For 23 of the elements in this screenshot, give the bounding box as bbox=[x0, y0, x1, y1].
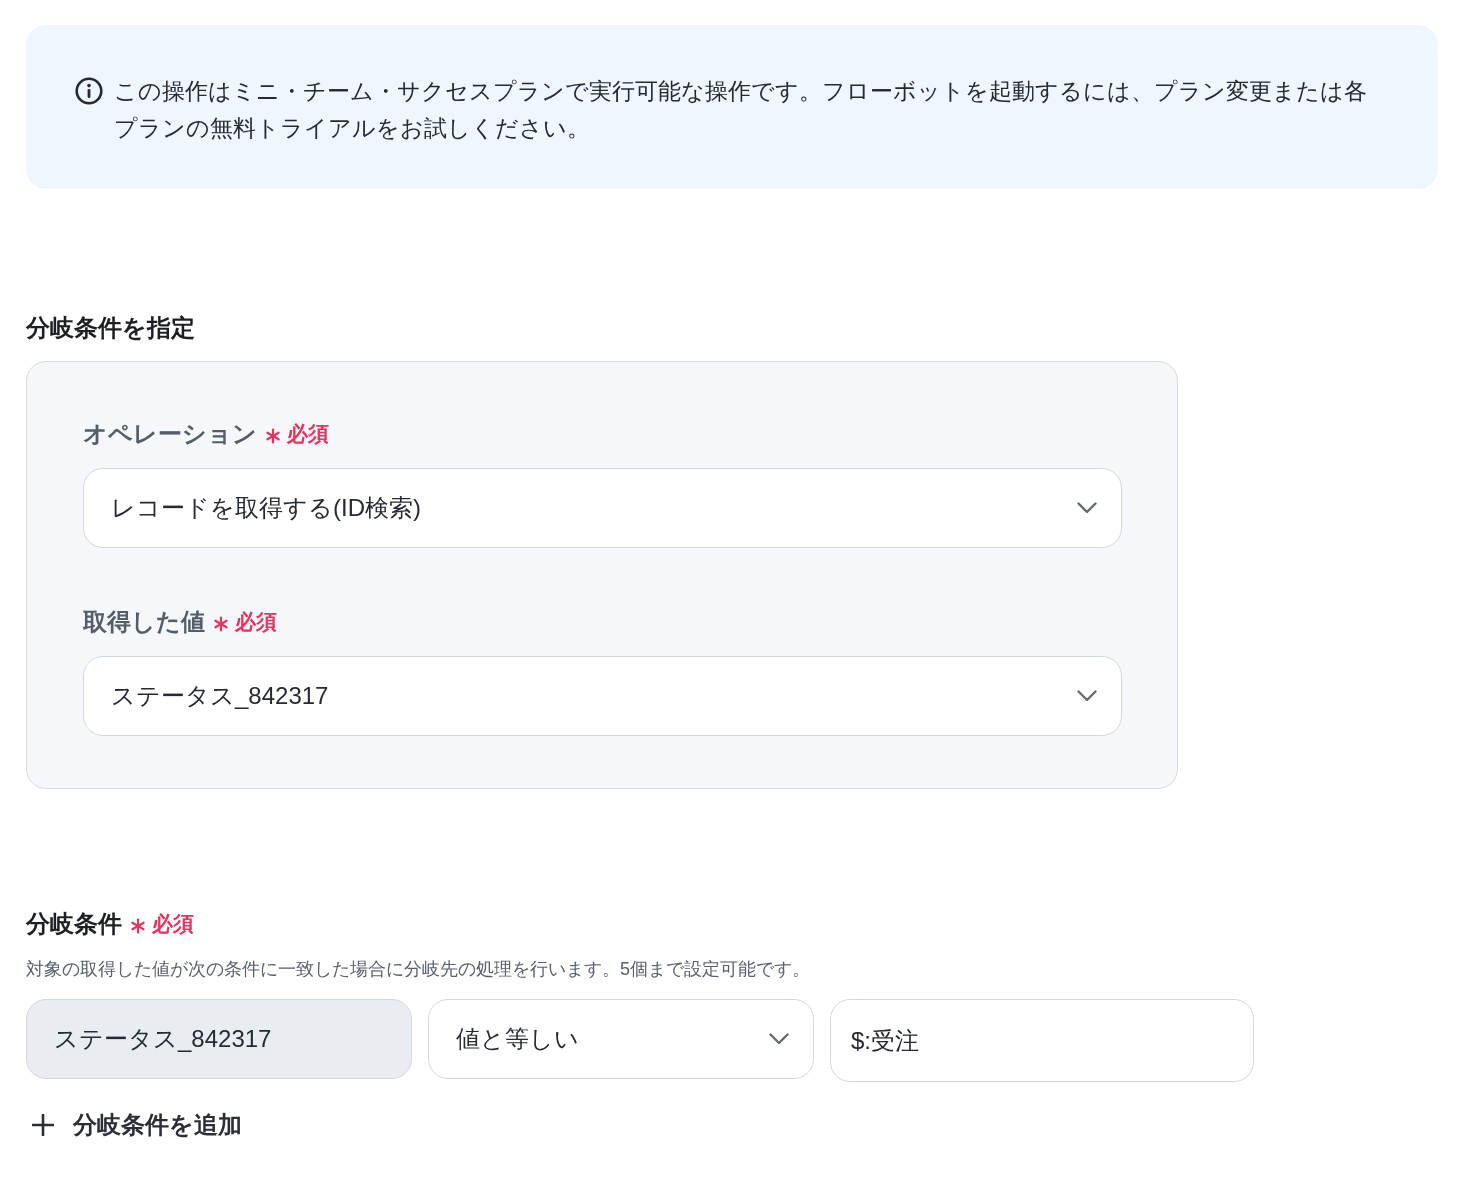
required-mark: 必須 bbox=[287, 421, 329, 447]
asterisk-icon bbox=[265, 428, 281, 444]
readonly-field: ステータス_842317 bbox=[26, 999, 412, 1079]
section-description: 対象の取得した値が次の条件に一致した場合に分岐先の処理を行います。5個まで設定可能です。 bbox=[26, 958, 811, 981]
section-title: 分岐条件 bbox=[26, 909, 122, 939]
chevron-down-icon bbox=[1077, 690, 1097, 702]
required-mark: 必須 bbox=[152, 911, 194, 937]
section-title: 分岐条件を指定 bbox=[26, 313, 196, 343]
field-label: オペレーション bbox=[83, 419, 257, 449]
plus-icon bbox=[32, 1114, 54, 1136]
dropdown-select[interactable]: レコードを取得する(ID検索) bbox=[83, 468, 1122, 548]
value-input[interactable]: $:受注 bbox=[830, 999, 1254, 1082]
dropdown-select[interactable]: 値と等しい bbox=[428, 999, 814, 1079]
dropdown-select[interactable]: ステータス_842317 bbox=[83, 656, 1122, 736]
info-message: この操作はミニ・チーム・サクセスプランで実行可能な操作です。フローボットを起動するには、プラン変更または各プランの無料トライアルをお試しください。 bbox=[114, 77, 1368, 143]
chevron-down-icon bbox=[1077, 502, 1097, 514]
asterisk-icon bbox=[213, 616, 229, 632]
field-label: 取得した値 bbox=[83, 607, 205, 637]
required-mark: 必須 bbox=[235, 609, 277, 635]
asterisk-icon bbox=[130, 918, 146, 934]
info-icon bbox=[75, 77, 103, 105]
add-condition-button[interactable]: 分岐条件を追加 bbox=[26, 1108, 242, 1142]
chevron-down-icon bbox=[769, 1033, 789, 1045]
